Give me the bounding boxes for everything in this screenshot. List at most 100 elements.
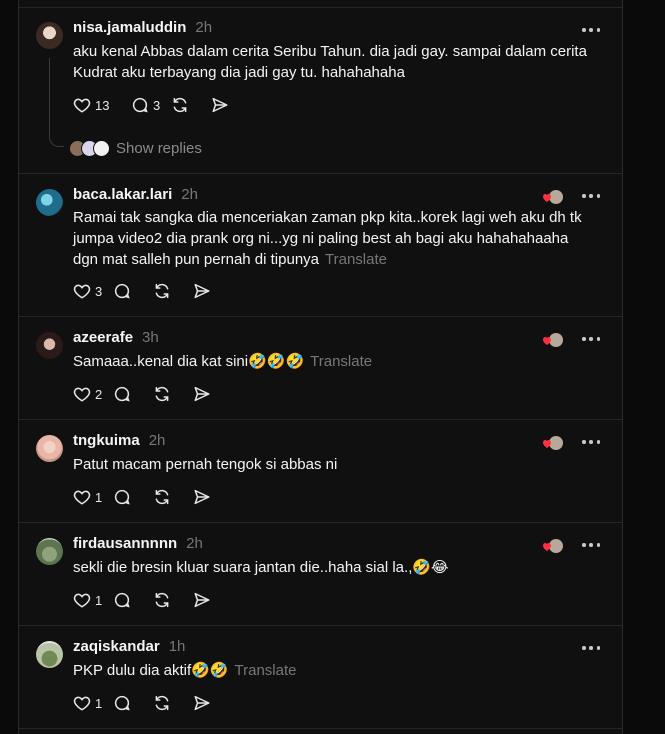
repost-icon xyxy=(155,489,169,505)
more-icon[interactable] xyxy=(582,439,600,445)
like-count: 3 xyxy=(95,283,103,299)
repost-button[interactable] xyxy=(153,282,193,300)
share-icon xyxy=(194,283,210,299)
repost-button[interactable] xyxy=(153,591,193,609)
share-button[interactable] xyxy=(193,591,233,609)
avatar[interactable] xyxy=(36,22,63,49)
like-button[interactable]: 13 xyxy=(73,96,113,114)
post-actions: 3 xyxy=(73,280,233,302)
post-actions: 13 3 xyxy=(73,94,251,116)
post-text: Ramai tak sangka dia menceriakan zaman p… xyxy=(73,207,593,270)
timestamp[interactable]: 2h xyxy=(186,535,203,552)
divider xyxy=(19,728,622,729)
heart-icon xyxy=(73,696,91,711)
share-icon xyxy=(194,386,210,402)
more-icon[interactable] xyxy=(582,645,600,651)
post-header: zaqiskandar 1h xyxy=(73,638,185,658)
comment-button[interactable] xyxy=(113,591,153,609)
share-icon xyxy=(212,97,228,113)
share-button[interactable] xyxy=(193,385,233,403)
repost-icon xyxy=(155,386,169,402)
heart-icon xyxy=(73,98,91,113)
like-count: 2 xyxy=(95,386,103,402)
divider xyxy=(19,7,622,8)
post-text-content: aku kenal Abbas dalam cerita Seribu Tahu… xyxy=(73,43,587,81)
username[interactable]: firdausannnnn xyxy=(73,535,177,552)
share-button[interactable] xyxy=(193,694,233,712)
comment-button[interactable] xyxy=(113,694,153,712)
comment-icon xyxy=(132,97,148,113)
comment-count: 3 xyxy=(153,97,161,113)
repost-button[interactable] xyxy=(153,385,193,403)
avatar[interactable] xyxy=(36,641,63,668)
share-button[interactable] xyxy=(193,488,233,506)
translate-link[interactable]: Translate xyxy=(235,662,297,679)
repost-button[interactable] xyxy=(153,694,193,712)
heart-icon xyxy=(73,387,91,402)
post-actions: 1 xyxy=(73,692,233,714)
post-text-content: Samaaa..kenal dia kat sini🤣🤣🤣 xyxy=(73,353,305,370)
share-button[interactable] xyxy=(193,282,233,300)
post-actions: 1 xyxy=(73,589,233,611)
post-header: tngkuima 2h xyxy=(73,432,165,452)
repost-button[interactable] xyxy=(153,488,193,506)
timestamp[interactable]: 2h xyxy=(149,432,166,449)
post-text: sekli die bresin kluar suara jantan die.… xyxy=(73,557,593,578)
avatar[interactable] xyxy=(36,435,63,462)
avatar[interactable] xyxy=(36,332,63,359)
show-replies[interactable]: Show replies xyxy=(69,140,202,157)
username[interactable]: azeerafe xyxy=(73,329,133,346)
share-button[interactable] xyxy=(211,96,251,114)
heart-icon xyxy=(73,284,91,299)
avatar[interactable] xyxy=(36,189,63,216)
translate-link[interactable]: Translate xyxy=(325,251,387,268)
avatar[interactable] xyxy=(36,538,63,565)
like-count: 1 xyxy=(95,695,103,711)
like-button[interactable]: 1 xyxy=(73,591,113,609)
more-icon[interactable] xyxy=(582,336,600,342)
like-count: 1 xyxy=(95,592,103,608)
like-button[interactable]: 2 xyxy=(73,385,113,403)
post-actions: 2 xyxy=(73,383,233,405)
show-replies-label[interactable]: Show replies xyxy=(116,140,202,157)
like-button[interactable]: 1 xyxy=(73,488,113,506)
more-icon[interactable] xyxy=(582,27,600,33)
username[interactable]: nisa.jamaluddin xyxy=(73,19,186,36)
comment-button[interactable] xyxy=(113,488,153,506)
timestamp[interactable]: 3h xyxy=(142,329,159,346)
comment-button[interactable] xyxy=(113,385,153,403)
translate-link[interactable]: Translate xyxy=(310,353,372,370)
repost-button[interactable] xyxy=(171,96,211,114)
more-icon[interactable] xyxy=(582,542,600,548)
post-header: azeerafe 3h xyxy=(73,329,159,349)
like-button[interactable]: 3 xyxy=(73,282,113,300)
post-actions: 1 xyxy=(73,486,233,508)
thread-panel: nisa.jamaluddin 2h aku kenal Abbas dalam… xyxy=(18,0,623,734)
heart-icon xyxy=(73,490,91,505)
divider xyxy=(19,173,622,174)
comment-button[interactable] xyxy=(113,282,153,300)
timestamp[interactable]: 2h xyxy=(181,186,198,203)
reply-avatars xyxy=(69,140,110,157)
username[interactable]: tngkuima xyxy=(73,432,140,449)
username[interactable]: baca.lakar.lari xyxy=(73,186,172,203)
timestamp[interactable]: 2h xyxy=(195,19,212,36)
avatar xyxy=(93,140,110,157)
comment-button[interactable]: 3 xyxy=(131,96,171,114)
post-text: aku kenal Abbas dalam cerita Seribu Tahu… xyxy=(73,41,593,83)
divider xyxy=(19,522,622,523)
repost-icon xyxy=(173,97,187,113)
liked-by-author-badge xyxy=(543,436,563,450)
heart-icon xyxy=(73,593,91,608)
more-icon[interactable] xyxy=(582,193,600,199)
username[interactable]: zaqiskandar xyxy=(73,638,160,655)
share-icon xyxy=(194,489,210,505)
comment-icon xyxy=(114,283,130,299)
timestamp[interactable]: 1h xyxy=(169,638,186,655)
divider xyxy=(19,625,622,626)
liked-by-author-badge xyxy=(543,190,563,204)
post-header: firdausannnnn 2h xyxy=(73,535,203,555)
like-button[interactable]: 1 xyxy=(73,694,113,712)
repost-icon xyxy=(155,592,169,608)
divider xyxy=(19,316,622,317)
